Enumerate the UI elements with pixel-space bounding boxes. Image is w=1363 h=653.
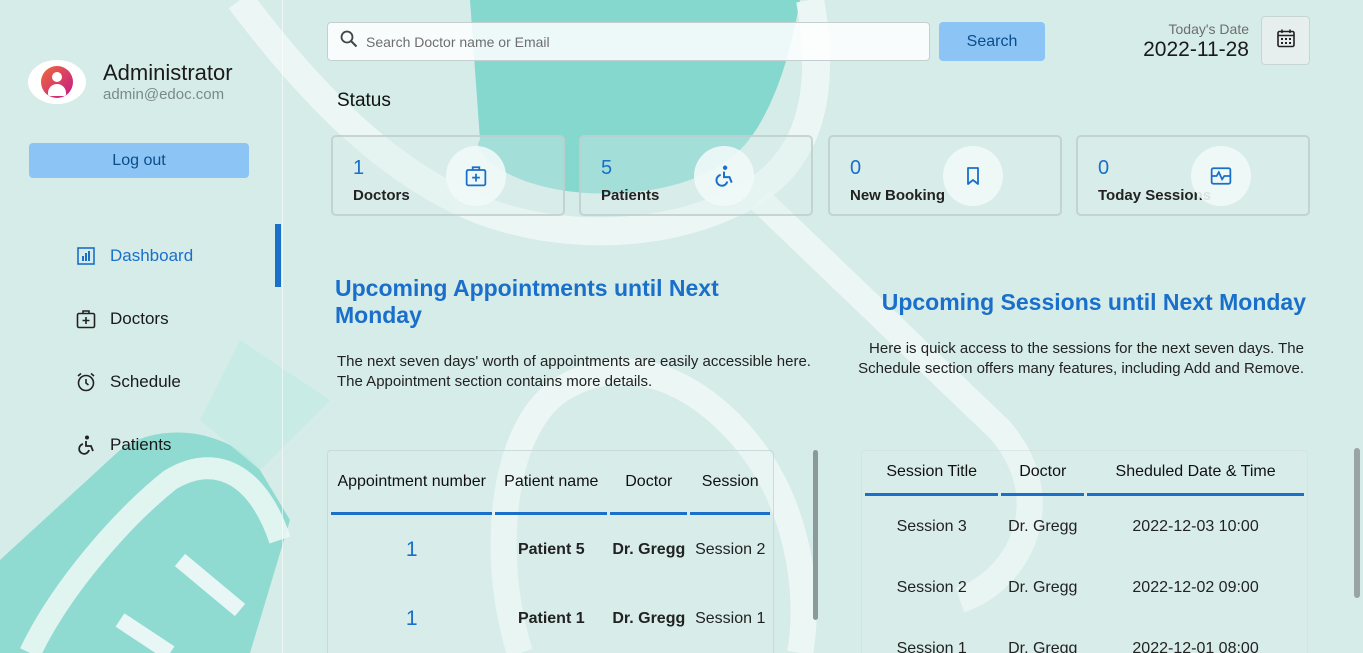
sessions-heading: Upcoming Sessions until Next Monday bbox=[881, 289, 1306, 315]
calendar-button[interactable] bbox=[1261, 16, 1310, 65]
appointments-scrollbar[interactable] bbox=[813, 450, 818, 620]
session-title: Session 3 bbox=[896, 517, 967, 535]
wheelchair-icon bbox=[694, 146, 754, 206]
dashboard-icon bbox=[76, 246, 96, 266]
column-header: Session Title bbox=[865, 451, 999, 496]
session-name: Session 1 bbox=[695, 609, 766, 627]
appointments-desc-line: The next seven days' worth of appointmen… bbox=[337, 353, 811, 370]
stat-label: New Booking bbox=[850, 187, 946, 204]
user-profile: Administrator admin@edoc.com bbox=[28, 60, 233, 104]
wheelchair-icon bbox=[76, 435, 96, 455]
sidebar-item-dashboard[interactable]: Dashboard bbox=[0, 224, 283, 287]
stat-label: Patients bbox=[601, 187, 660, 204]
search-bar bbox=[327, 22, 930, 61]
date-display: Today's Date 2022-11-28 bbox=[1143, 20, 1249, 62]
date-value: 2022-11-28 bbox=[1143, 38, 1249, 61]
user-icon bbox=[41, 66, 73, 98]
avatar bbox=[28, 60, 86, 104]
sidebar-item-label: Schedule bbox=[110, 371, 181, 391]
appointments-desc-line: The Appointment section contains more de… bbox=[337, 373, 653, 390]
session-icon bbox=[1191, 146, 1251, 206]
appointments-description: The next seven days' worth of appointmen… bbox=[337, 352, 817, 392]
doctor-name: Dr. Gregg bbox=[1008, 517, 1078, 535]
appointments-heading: Upcoming Appointments until Next Monday bbox=[335, 275, 719, 328]
patient-name: Patient 5 bbox=[517, 540, 585, 558]
doctor-name: Dr. Gregg bbox=[612, 609, 686, 627]
table-row[interactable]: Session 3 Dr. Gregg 2022-12-03 10:00 bbox=[865, 496, 1304, 557]
stat-card-new-booking: 0 New Booking bbox=[828, 135, 1062, 216]
session-datetime: 2022-12-02 09:00 bbox=[1132, 578, 1259, 596]
calendar-icon bbox=[1276, 28, 1296, 53]
table-header-row: Session Title Doctor Sheduled Date & Tim… bbox=[865, 451, 1304, 496]
table-row[interactable]: 1 Patient 5 Dr. Gregg Session 2 bbox=[331, 515, 770, 584]
session-datetime: 2022-12-01 08:00 bbox=[1132, 639, 1259, 653]
sessions-description: Here is quick access to the sessions for… bbox=[858, 340, 1304, 377]
doctor-kit-icon bbox=[76, 309, 96, 329]
table-row[interactable]: 1 Patient 1 Dr. Gregg Session 1 bbox=[331, 584, 770, 653]
column-header: Patient name bbox=[495, 451, 608, 515]
bookmark-icon bbox=[943, 146, 1003, 206]
search-button[interactable]: Search bbox=[939, 22, 1045, 61]
appointment-number: 1 bbox=[405, 606, 418, 630]
sidebar-item-schedule[interactable]: Schedule bbox=[0, 350, 283, 413]
appointments-table: Appointment number Patient name Doctor S… bbox=[327, 450, 774, 653]
session-name: Session 2 bbox=[695, 540, 766, 558]
table-row[interactable]: Session 1 Dr. Gregg 2022-12-01 08:00 bbox=[865, 618, 1304, 653]
stat-count: 1 bbox=[353, 157, 365, 179]
appointment-number: 1 bbox=[405, 537, 418, 561]
session-title: Session 2 bbox=[896, 578, 967, 596]
search-input[interactable] bbox=[366, 33, 906, 50]
date-label: Today's Date bbox=[1168, 21, 1250, 37]
sidebar-item-doctors[interactable]: Doctors bbox=[0, 287, 283, 350]
column-header: Session bbox=[690, 451, 770, 515]
column-header: Doctor bbox=[1001, 451, 1085, 496]
stat-card-doctors: 1 Doctors bbox=[331, 135, 565, 216]
user-email: admin@edoc.com bbox=[103, 86, 225, 103]
session-datetime: 2022-12-03 10:00 bbox=[1132, 517, 1259, 535]
stat-card-patients: 5 Patients bbox=[579, 135, 813, 216]
sidebar-item-patients[interactable]: Patients bbox=[0, 413, 283, 476]
page-scrollbar[interactable] bbox=[1354, 448, 1360, 598]
stat-count: 0 bbox=[850, 157, 862, 179]
session-title: Session 1 bbox=[896, 639, 967, 653]
sidebar-nav: Dashboard Doctors Schedule Patients bbox=[0, 224, 283, 476]
alarm-clock-icon bbox=[76, 372, 96, 392]
doctor-name: Dr. Gregg bbox=[612, 540, 686, 558]
sidebar-item-label: Dashboard bbox=[110, 245, 194, 265]
table-row[interactable]: Session 2 Dr. Gregg 2022-12-02 09:00 bbox=[865, 557, 1304, 618]
column-header: Doctor bbox=[610, 451, 688, 515]
patient-name: Patient 1 bbox=[517, 609, 585, 627]
doctor-name: Dr. Gregg bbox=[1008, 639, 1078, 653]
stat-count: 0 bbox=[1098, 157, 1110, 179]
search-icon bbox=[340, 30, 358, 53]
sidebar-item-label: Doctors bbox=[110, 308, 169, 328]
stat-label: Doctors bbox=[353, 187, 410, 204]
sidebar-item-label: Patients bbox=[110, 434, 172, 454]
sessions-table: Session Title Doctor Sheduled Date & Tim… bbox=[861, 450, 1308, 653]
user-name: Administrator bbox=[103, 60, 233, 85]
table-header-row: Appointment number Patient name Doctor S… bbox=[331, 451, 770, 515]
main-content: Search Today's Date 2022-11-28 Status 1 … bbox=[283, 0, 1363, 653]
column-header: Appointment number bbox=[331, 451, 493, 515]
doctor-kit-icon bbox=[446, 146, 506, 206]
status-heading: Status bbox=[337, 90, 391, 111]
sidebar: Administrator admin@edoc.com Log out Das… bbox=[0, 0, 283, 653]
doctor-name: Dr. Gregg bbox=[1008, 578, 1078, 596]
stat-card-today-sessions: 0 Today Sessions bbox=[1076, 135, 1310, 216]
column-header: Sheduled Date & Time bbox=[1087, 451, 1304, 496]
stat-count: 5 bbox=[601, 157, 613, 179]
logout-button[interactable]: Log out bbox=[29, 143, 249, 178]
